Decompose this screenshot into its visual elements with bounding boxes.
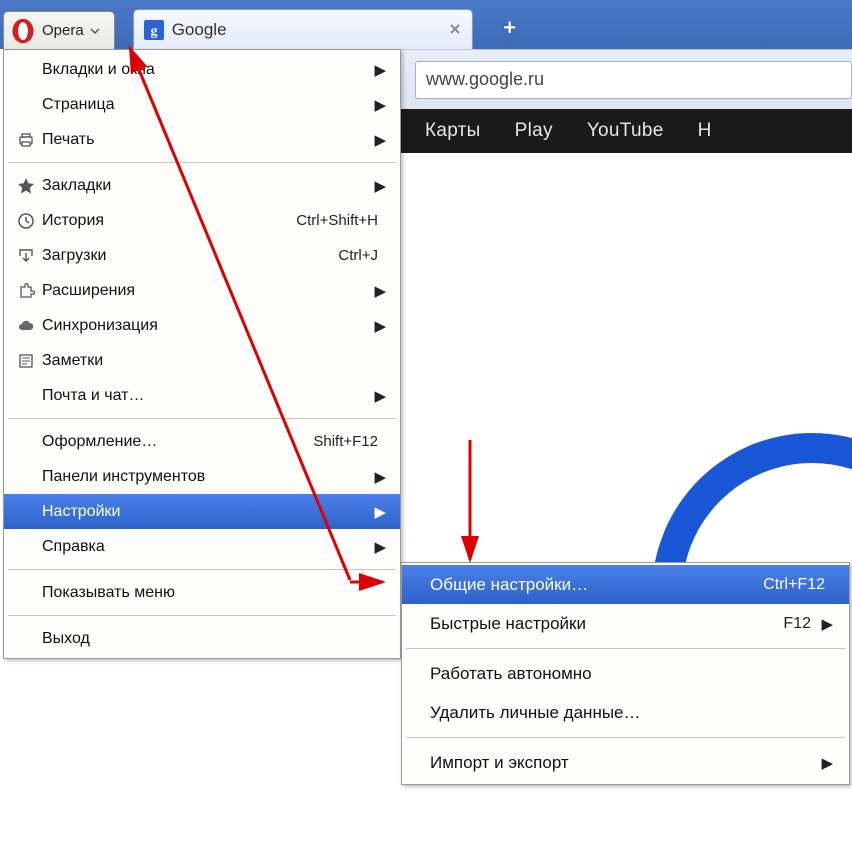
menu-extensions[interactable]: Расширения ▶: [4, 273, 400, 308]
menu-label: Расширения: [42, 282, 372, 300]
nav-news[interactable]: Н: [698, 120, 712, 142]
address-bar[interactable]: www.google.ru: [415, 61, 852, 99]
menu-downloads[interactable]: Загрузки Ctrl+J: [4, 238, 400, 273]
google-favicon-icon: g: [144, 20, 164, 40]
submenu-label: Удалить личные данные…: [430, 703, 833, 723]
menu-separator: [8, 162, 396, 163]
clock-icon: [10, 212, 42, 230]
submenu-work-offline[interactable]: Работать автономно: [402, 654, 849, 693]
submenu-arrow-icon: ▶: [819, 615, 833, 633]
menu-history[interactable]: История Ctrl+Shift+H: [4, 203, 400, 238]
menu-shortcut: Ctrl+J: [338, 247, 378, 264]
submenu-label: Общие настройки…: [430, 575, 763, 595]
printer-icon: [10, 131, 42, 149]
menu-label: Настройки: [42, 503, 372, 521]
menu-settings[interactable]: Настройки ▶: [4, 494, 400, 529]
submenu-arrow-icon: ▶: [372, 282, 386, 300]
menu-mail-chat[interactable]: Почта и чат… ▶: [4, 378, 400, 413]
menu-separator: [406, 737, 845, 738]
menu-page[interactable]: Страница ▶: [4, 87, 400, 122]
submenu-import-export[interactable]: Импорт и экспорт ▶: [402, 743, 849, 782]
tab-close-button[interactable]: [446, 20, 464, 38]
submenu-delete-private-data[interactable]: Удалить личные данные…: [402, 693, 849, 732]
menu-bookmarks[interactable]: Закладки ▶: [4, 168, 400, 203]
menu-label: Справка: [42, 538, 372, 556]
menu-exit[interactable]: Выход: [4, 621, 400, 656]
close-icon: [449, 23, 461, 35]
menu-label: Загрузки: [42, 247, 338, 265]
submenu-arrow-icon: ▶: [372, 61, 386, 79]
address-url: www.google.ru: [426, 69, 544, 90]
submenu-label: Импорт и экспорт: [430, 753, 819, 773]
submenu-arrow-icon: ▶: [372, 317, 386, 335]
menu-label: История: [42, 212, 296, 230]
submenu-arrow-icon: ▶: [372, 503, 386, 521]
google-nav: Карты Play YouTube Н: [401, 109, 852, 153]
opera-main-menu: Вкладки и окна ▶ Страница ▶ Печать ▶ Зак…: [3, 49, 401, 659]
settings-submenu: Общие настройки… Ctrl+F12 Быстрые настро…: [401, 562, 850, 785]
submenu-label: Быстрые настройки: [430, 614, 783, 634]
menu-tabs-windows[interactable]: Вкладки и окна ▶: [4, 52, 400, 87]
menu-appearance[interactable]: Оформление… Shift+F12: [4, 424, 400, 459]
puzzle-icon: [10, 282, 42, 300]
opera-logo-icon: [10, 18, 36, 44]
submenu-arrow-icon: ▶: [372, 177, 386, 195]
menu-label: Выход: [42, 630, 386, 648]
nav-youtube[interactable]: YouTube: [587, 120, 664, 142]
download-icon: [10, 247, 42, 265]
tab-title: Google: [172, 20, 227, 40]
menu-separator: [406, 648, 845, 649]
menu-notes[interactable]: Заметки: [4, 343, 400, 378]
submenu-arrow-icon: ▶: [372, 131, 386, 149]
chevron-down-icon: [90, 26, 100, 36]
nav-maps[interactable]: Карты: [425, 120, 481, 142]
menu-separator: [8, 569, 396, 570]
nav-play[interactable]: Play: [515, 120, 553, 142]
submenu-arrow-icon: ▶: [372, 538, 386, 556]
menu-label: Показывать меню: [42, 584, 386, 602]
note-icon: [10, 352, 42, 370]
submenu-arrow-icon: ▶: [372, 387, 386, 405]
opera-menu-button[interactable]: Opera: [3, 11, 115, 49]
menu-label: Закладки: [42, 177, 372, 195]
menu-shortcut: Shift+F12: [313, 433, 378, 450]
menu-separator: [8, 418, 396, 419]
menu-sync[interactable]: Синхронизация ▶: [4, 308, 400, 343]
svg-text:g: g: [150, 24, 157, 39]
submenu-label: Работать автономно: [430, 664, 833, 684]
submenu-general-settings[interactable]: Общие настройки… Ctrl+F12: [402, 565, 849, 604]
menu-label: Синхронизация: [42, 317, 372, 335]
star-icon: [10, 177, 42, 195]
menu-label: Печать: [42, 131, 372, 149]
menu-shortcut: Ctrl+Shift+H: [296, 212, 378, 229]
submenu-arrow-icon: ▶: [372, 468, 386, 486]
tab-strip: Opera g Google +: [0, 0, 852, 49]
toolbar: www.google.ru: [401, 49, 852, 109]
submenu-arrow-icon: ▶: [819, 754, 833, 772]
menu-separator: [8, 615, 396, 616]
menu-label: Панели инструментов: [42, 468, 372, 486]
submenu-quick-settings[interactable]: Быстрые настройки F12 ▶: [402, 604, 849, 643]
menu-toolbars[interactable]: Панели инструментов ▶: [4, 459, 400, 494]
menu-label: Вкладки и окна: [42, 61, 372, 79]
menu-label: Страница: [42, 96, 372, 114]
submenu-shortcut: Ctrl+F12: [763, 576, 825, 594]
tab-google[interactable]: g Google: [133, 9, 473, 49]
menu-print[interactable]: Печать ▶: [4, 122, 400, 157]
menu-label: Почта и чат…: [42, 387, 372, 405]
menu-label: Заметки: [42, 352, 386, 370]
submenu-arrow-icon: ▶: [372, 96, 386, 114]
menu-help[interactable]: Справка ▶: [4, 529, 400, 564]
plus-icon: +: [503, 15, 516, 41]
menu-label: Оформление…: [42, 433, 313, 451]
submenu-shortcut: F12: [783, 615, 811, 633]
cloud-icon: [10, 317, 42, 335]
new-tab-button[interactable]: +: [493, 11, 527, 45]
menu-show-menu[interactable]: Показывать меню: [4, 575, 400, 610]
opera-menu-label: Opera: [42, 22, 84, 39]
